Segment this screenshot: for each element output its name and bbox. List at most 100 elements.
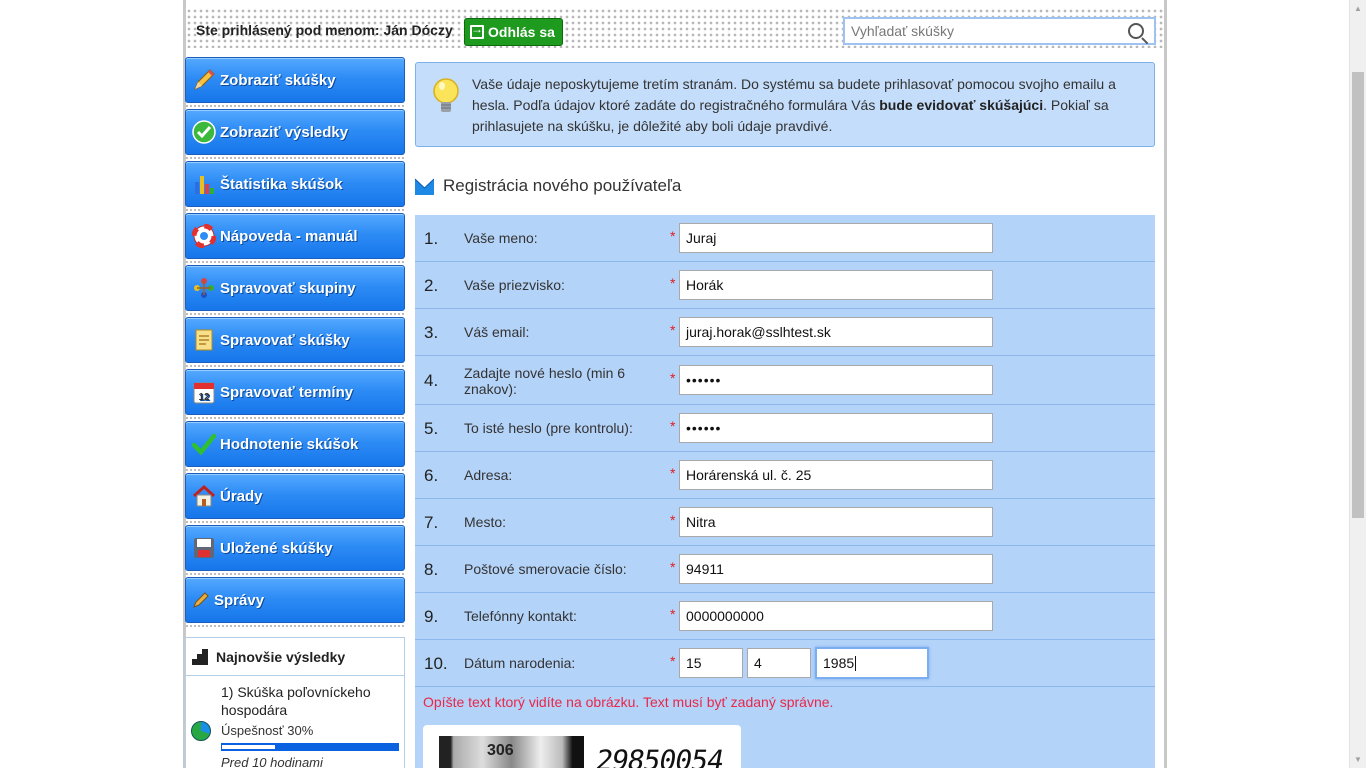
lightbulb-icon — [432, 77, 460, 117]
nav-item-spravy[interactable]: Správy — [185, 577, 405, 627]
nav-item-label: Úrady — [220, 487, 263, 505]
password-field[interactable]: •••••• — [679, 365, 993, 395]
search-box — [843, 17, 1156, 45]
registration-form: 1. Vaše meno: * Juraj 2. Vaše priezvisko… — [415, 215, 1155, 768]
birth-year-value: 1985 — [823, 655, 855, 671]
nav-item-hodnotenie-skusok[interactable]: Hodnotenie skúšok — [185, 421, 405, 471]
row-label: Dátum narodenia: — [464, 655, 576, 671]
nav-item-label: Uložené skúšky — [220, 539, 333, 557]
check-circle-icon — [192, 120, 216, 144]
required-mark: * — [670, 465, 676, 481]
groups-icon — [192, 276, 216, 300]
required-mark: * — [670, 653, 676, 669]
birth-month-field[interactable]: 4 — [747, 648, 811, 678]
search-input[interactable] — [845, 23, 1115, 39]
bar-chart-icon — [192, 172, 216, 196]
checkmark-icon — [192, 432, 216, 456]
required-mark: * — [670, 606, 676, 622]
info-text-bold: bude evidovať skúšajúci — [879, 97, 1044, 113]
logged-in-user-text: Ste prihlásený pod menom: Ján Dóczy — [196, 22, 453, 38]
envelope-icon — [415, 178, 434, 195]
captcha-photo-text: 306 — [487, 742, 514, 759]
form-row-postal-code: 8. Poštové smerovacie číslo: * 94911 — [415, 546, 1155, 593]
pencil-icon — [192, 68, 216, 92]
pen-icon — [192, 588, 210, 612]
birth-year-field[interactable]: 1985 — [815, 647, 929, 679]
form-row-phone: 9. Telefónny kontakt: * 0000000000 — [415, 593, 1155, 640]
birth-day-field[interactable]: 15 — [679, 648, 743, 678]
nav-item-spravovat-skusky[interactable]: Spravovať skúšky — [185, 317, 405, 367]
form-title: Registrácia nového používateľa — [443, 176, 682, 195]
logout-button[interactable]: Odhlás sa — [464, 18, 563, 46]
nav-item-label: Zobraziť skúšky — [220, 71, 336, 89]
nav-item-urady[interactable]: Úrady — [185, 473, 405, 523]
latest-result-time: Pred 10 hodinami — [221, 755, 323, 768]
nav-item-ulozene-skusky[interactable]: Uložené skúšky — [185, 525, 405, 575]
row-label: Vaše meno: — [464, 230, 538, 246]
nav-item-label: Spravovať skupiny — [220, 279, 356, 297]
logout-label: Odhlás sa — [488, 24, 555, 40]
row-label: To isté heslo (pre kontrolu): — [464, 420, 633, 436]
row-label: Zadajte nové heslo (min 6 znakov): — [464, 365, 626, 397]
latest-result-rate: Úspešnosť 30% — [221, 723, 314, 738]
nav-item-label: Spravovať termíny — [220, 383, 354, 401]
latest-result-title: 1) Skúška poľovníckeho hospodára — [221, 684, 371, 718]
required-mark: * — [670, 228, 676, 244]
row-label: Adresa: — [464, 467, 513, 483]
latest-result-item[interactable]: 1) Skúška poľovníckeho hospodára Úspešno… — [186, 676, 404, 768]
nav-item-spravovat-skupiny[interactable]: Spravovať skupiny — [185, 265, 405, 315]
row-label: Mesto: — [464, 514, 507, 530]
form-row-email: 3. Váš email: * juraj.horak@sslhtest.sk — [415, 309, 1155, 356]
first-name-field[interactable]: Juraj — [679, 223, 993, 253]
stairs-icon — [192, 648, 208, 665]
nav-item-label: Nápoveda - manuál — [220, 227, 358, 245]
right-border — [1164, 0, 1167, 768]
header-bar: Ste prihlásený pod menom: Ján Dóczy Odhl… — [186, 8, 1164, 48]
nav-item-label: Spravovať skúšky — [220, 331, 350, 349]
form-row-last-name: 2. Vaše priezvisko: * Horák — [415, 262, 1155, 309]
nav-item-label: Zobraziť výsledky — [220, 123, 349, 141]
form-row-city: 7. Mesto: * Nitra — [415, 499, 1155, 546]
required-mark: * — [670, 418, 676, 434]
last-name-field[interactable]: Horák — [679, 270, 993, 300]
nav-item-zobrazit-skusky[interactable]: Zobraziť skúšky — [185, 57, 405, 107]
nav-item-statistika-skusok[interactable]: Štatistika skúšok — [185, 161, 405, 211]
required-mark: * — [670, 275, 676, 291]
section-title: Registrácia nového používateľa — [415, 175, 681, 197]
lifebuoy-icon — [192, 224, 216, 248]
row-number: 8. — [424, 560, 439, 579]
row-number: 9. — [424, 607, 439, 626]
captcha-text: 29850054 — [593, 744, 726, 768]
vertical-scrollbar[interactable]: ▲ ▼ — [1349, 0, 1366, 768]
captcha-instruction: Opíšte text ktorý vidíte na obrázku. Tex… — [423, 694, 834, 710]
phone-field[interactable]: 0000000000 — [679, 601, 993, 631]
nav-item-label: Správy — [214, 591, 265, 609]
city-field[interactable]: Nitra — [679, 507, 993, 537]
required-mark: * — [670, 322, 676, 338]
address-field[interactable]: Horárenská ul. č. 25 — [679, 460, 993, 490]
postal-code-field[interactable]: 94911 — [679, 554, 993, 584]
row-label: Poštové smerovacie číslo: — [464, 561, 627, 577]
row-number: 10. — [424, 654, 448, 673]
row-label: Vaše priezvisko: — [464, 277, 565, 293]
required-mark: * — [670, 370, 676, 386]
info-notice: Vaše údaje neposkytujeme tretím stranám.… — [415, 62, 1155, 147]
nav-item-napoveda-manual[interactable]: Nápoveda - manuál — [185, 213, 405, 263]
text-cursor — [855, 655, 857, 671]
nav-item-spravovat-terminy[interactable]: 12 Spravovať termíny — [185, 369, 405, 419]
required-mark: * — [670, 512, 676, 528]
captcha-photo: 306 — [439, 736, 584, 768]
scroll-down-arrow-icon[interactable]: ▼ — [1350, 751, 1366, 768]
form-row-first-name: 1. Vaše meno: * Juraj — [415, 215, 1155, 262]
row-number: 7. — [424, 513, 439, 532]
email-field[interactable]: juraj.horak@sslhtest.sk — [679, 317, 993, 347]
search-icon[interactable] — [1128, 23, 1144, 39]
house-icon — [192, 484, 216, 508]
row-number: 3. — [424, 323, 439, 342]
logout-icon — [470, 22, 484, 39]
scroll-up-arrow-icon[interactable]: ▲ — [1350, 0, 1366, 17]
password-confirm-field[interactable]: •••••• — [679, 413, 993, 443]
scrollbar-thumb[interactable] — [1352, 72, 1364, 518]
nav-item-zobrazit-vysledky[interactable]: Zobraziť výsledky — [185, 109, 405, 159]
floppy-disk-icon — [192, 536, 216, 560]
